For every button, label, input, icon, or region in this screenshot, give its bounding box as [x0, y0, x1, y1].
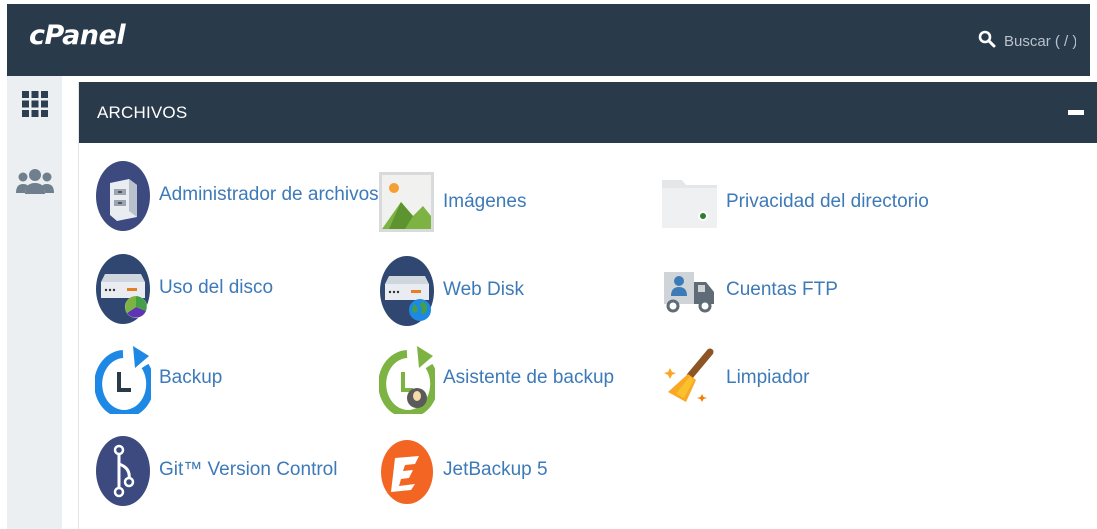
item-label: Web Disk	[443, 279, 524, 300]
item-label: Administrador de archivos	[159, 184, 379, 205]
users-icon	[16, 167, 54, 202]
backup-wizard-icon	[379, 342, 435, 414]
item-label: Imágenes	[443, 191, 527, 212]
cleaner-link[interactable]: Limpiador	[662, 340, 809, 416]
sidebar-item-tools[interactable]	[15, 86, 55, 126]
git-icon	[95, 434, 151, 506]
files-section-panel: ARCHIVOS Administrador de archivos Imáge…	[78, 82, 1097, 529]
images-link[interactable]: Imágenes	[379, 164, 526, 240]
folder-eye-icon	[662, 166, 718, 238]
section-title: ARCHIVOS	[97, 103, 188, 122]
file-cabinet-icon	[95, 159, 151, 231]
section-header[interactable]: ARCHIVOS	[79, 82, 1097, 143]
search-box[interactable]	[978, 28, 1076, 54]
item-label: JetBackup 5	[443, 459, 548, 480]
search-icon[interactable]	[978, 30, 996, 53]
directory-privacy-link[interactable]: Privacidad del directorio	[662, 164, 929, 240]
item-label: Limpiador	[726, 367, 810, 388]
ftp-truck-icon	[662, 254, 718, 326]
item-label: Privacidad del directorio	[726, 191, 929, 212]
search-input[interactable]	[1004, 32, 1076, 50]
broom-icon	[662, 342, 718, 414]
grid-icon	[22, 90, 48, 122]
file-manager-link[interactable]: Administrador de archivos	[95, 157, 379, 233]
disk-usage-link[interactable]: Uso del disco	[95, 250, 273, 326]
item-label: Backup	[159, 367, 223, 388]
cpanel-logo[interactable]: cPanel	[29, 20, 126, 51]
sidebar-item-users[interactable]	[15, 164, 55, 204]
jetbackup-icon	[379, 434, 435, 506]
backup-link[interactable]: Backup	[95, 340, 222, 416]
item-label: Asistente de backup	[443, 367, 615, 388]
collapse-button[interactable]	[1064, 100, 1088, 124]
jetbackup-link[interactable]: JetBackup 5	[379, 432, 548, 508]
top-navigation-bar: cPanel	[7, 4, 1090, 76]
backup-wizard-link[interactable]: Asistente de backup	[379, 340, 614, 416]
image-icon	[379, 166, 435, 238]
ftp-accounts-link[interactable]: Cuentas FTP	[662, 252, 838, 328]
minus-icon	[1068, 103, 1084, 121]
git-version-control-link[interactable]: Git™ Version Control	[95, 432, 337, 508]
web-disk-icon	[379, 254, 435, 326]
backup-clock-icon	[95, 342, 151, 414]
item-label: Uso del disco	[159, 277, 274, 298]
disk-usage-icon	[95, 252, 151, 324]
item-label: Cuentas FTP	[726, 279, 838, 300]
sidebar	[7, 76, 62, 529]
item-label: Git™ Version Control	[159, 459, 338, 480]
web-disk-link[interactable]: Web Disk	[379, 252, 524, 328]
